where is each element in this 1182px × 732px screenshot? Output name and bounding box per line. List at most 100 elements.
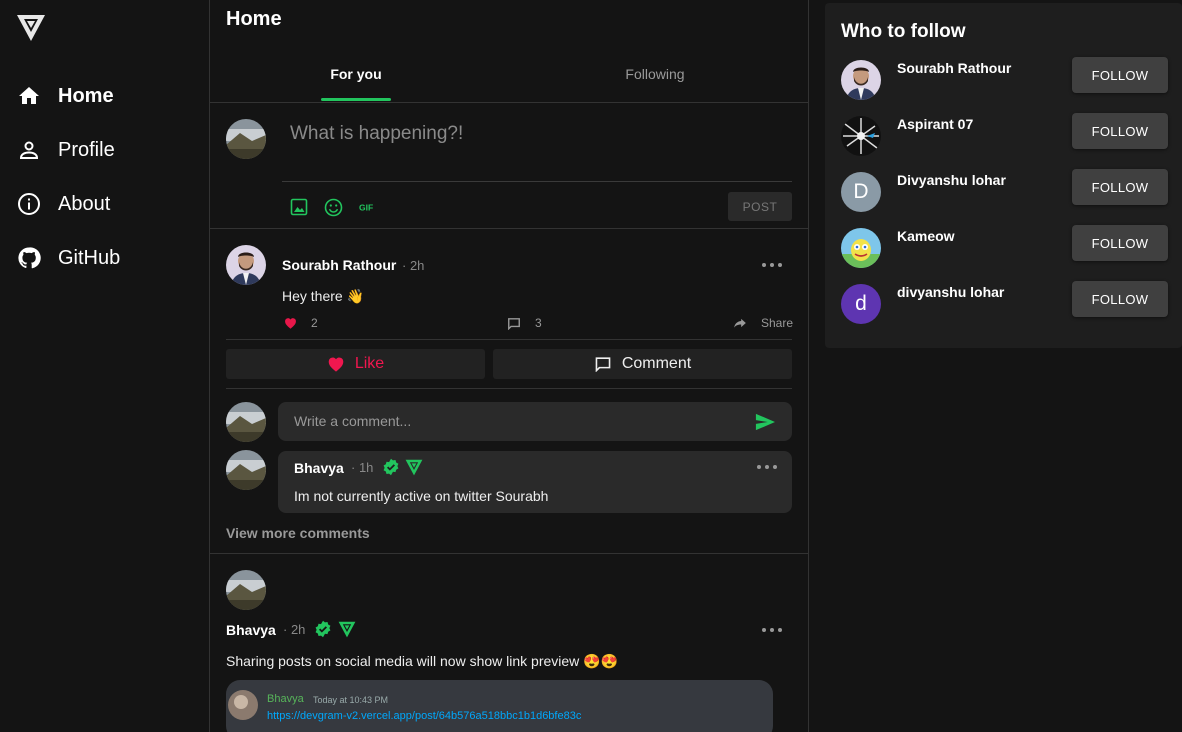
follow-user-name[interactable]: Kameow [897,228,955,244]
post-author-name[interactable]: Sourabh Rathour [282,257,396,273]
tab-for-you[interactable]: For you [321,66,391,102]
divider [226,388,792,389]
post-author-avatar[interactable] [226,570,266,610]
main-feed: Home For you Following What is happening… [210,0,809,732]
sidebar-item-label: Home [58,84,114,107]
follow-user-name[interactable]: Sourabh Rathour [897,60,1011,76]
who-to-follow-panel: Who to follow Sourabh Rathour FOLLOW Asp… [825,3,1182,348]
post-text: Sharing posts on social media will now s… [226,653,619,669]
devgram-badge-icon [405,459,423,476]
share-icon [734,318,746,328]
avatar[interactable] [841,116,881,156]
devgram-logo[interactable] [16,12,46,42]
avatar[interactable] [841,228,881,268]
sidebar-item-github[interactable]: GitHub [16,240,120,276]
comment-count[interactable]: 3 [507,316,542,330]
app: Home Profile About GitHub Home For you F… [0,0,1182,732]
sidebar-item-profile[interactable]: Profile [16,132,115,168]
comment-count-value: 3 [535,316,542,330]
divider [210,228,808,229]
follow-button[interactable]: FOLLOW [1072,225,1168,261]
github-icon [16,245,42,271]
comment-input[interactable]: Write a comment... [278,402,792,441]
avatar-initial[interactable]: D [841,172,881,212]
avatar-initial[interactable]: d [841,284,881,324]
comment-author-name[interactable]: Bhavya [294,460,344,476]
sidebar-item-label: About [58,192,111,215]
page-title: Home [226,8,282,30]
verified-badge-icon [383,458,399,476]
compose-underline [282,181,792,182]
comment-button[interactable]: Comment [493,349,792,379]
like-button-label: Like [354,355,385,372]
view-more-comments-link[interactable]: View more comments [226,525,370,541]
info-icon [16,191,42,217]
divider [226,339,792,340]
follow-user-name[interactable]: Divyanshu lohar [897,172,1006,188]
follow-button[interactable]: FOLLOW [1072,113,1168,149]
comment-icon [595,357,611,372]
comment-author-avatar[interactable] [226,450,266,490]
avatar[interactable] [226,119,266,159]
follow-button[interactable]: FOLLOW [1072,169,1168,205]
like-button[interactable]: Like [226,349,485,379]
follow-button[interactable]: FOLLOW [1072,281,1168,317]
avatar[interactable] [841,60,881,100]
left-sidebar: Home Profile About GitHub [0,0,210,732]
like-count-value: 2 [311,316,318,330]
post-button[interactable]: POST [728,192,792,221]
divider [210,102,808,103]
more-options-icon[interactable] [757,462,777,472]
devgram-badge-icon [338,621,356,638]
sidebar-item-label: GitHub [58,246,121,269]
comment-text: Im not currently active on twitter Soura… [294,488,549,504]
who-to-follow-title: Who to follow [841,21,966,42]
follow-suggestion: Kameow FOLLOW [841,225,1168,272]
post-timestamp: · 2h [402,258,425,273]
svg-text:GIF: GIF [359,203,373,213]
more-options-icon[interactable] [762,625,782,635]
comment-timestamp: · 1h [351,460,374,475]
active-tab-indicator [321,98,391,101]
gif-icon[interactable]: GIF [357,197,377,217]
post-timestamp: · 2h [283,622,306,637]
comment-item: Bhavya · 1h Im not currently active on t… [278,451,792,513]
comment-icon [508,317,520,330]
image-icon[interactable] [289,197,309,217]
divider [210,553,808,554]
sidebar-item-label: Profile [58,138,115,161]
follow-suggestion: D Divyanshu lohar FOLLOW [841,169,1168,216]
person-icon [16,137,42,163]
avatar[interactable] [226,402,266,442]
verified-badge-icon [315,620,331,638]
like-count[interactable]: 2 [284,316,318,330]
sidebar-item-about[interactable]: About [16,186,110,222]
follow-suggestion: d divyanshu lohar FOLLOW [841,281,1168,328]
preview-link[interactable]: https://devgram-v2.vercel.app/post/64b57… [267,710,581,722]
share-action[interactable]: Share [733,316,793,330]
preview-avatar [228,690,258,720]
share-label: Share [761,316,794,330]
compose-input[interactable]: What is happening?! [290,123,790,145]
more-options-icon[interactable] [762,260,782,270]
follow-suggestion: Aspirant 07 FOLLOW [841,113,1168,160]
post-author-name[interactable]: Bhavya [226,622,276,638]
follow-user-name[interactable]: Aspirant 07 [897,116,973,132]
post-text: Hey there 👋 [282,288,365,304]
emoji-icon[interactable] [323,197,343,217]
follow-suggestion: Sourabh Rathour FOLLOW [841,57,1168,104]
sidebar-item-home[interactable]: Home [16,78,114,114]
follow-button[interactable]: FOLLOW [1072,57,1168,93]
heart-icon [285,318,296,329]
tab-following[interactable]: Following [605,66,705,102]
send-icon[interactable] [754,412,776,432]
follow-user-name[interactable]: divyanshu lohar [897,284,1004,300]
comment-button-label: Comment [621,355,692,372]
link-preview-image[interactable]: Bhavya Today at 10:43 PM https://devgram… [226,680,773,732]
preview-username: Bhavya [267,693,304,705]
preview-timestamp: Today at 10:43 PM [313,695,389,705]
comment-input-placeholder: Write a comment... [294,413,412,429]
home-icon [16,83,42,109]
heart-icon [328,357,344,372]
post-author-avatar[interactable] [226,245,266,285]
